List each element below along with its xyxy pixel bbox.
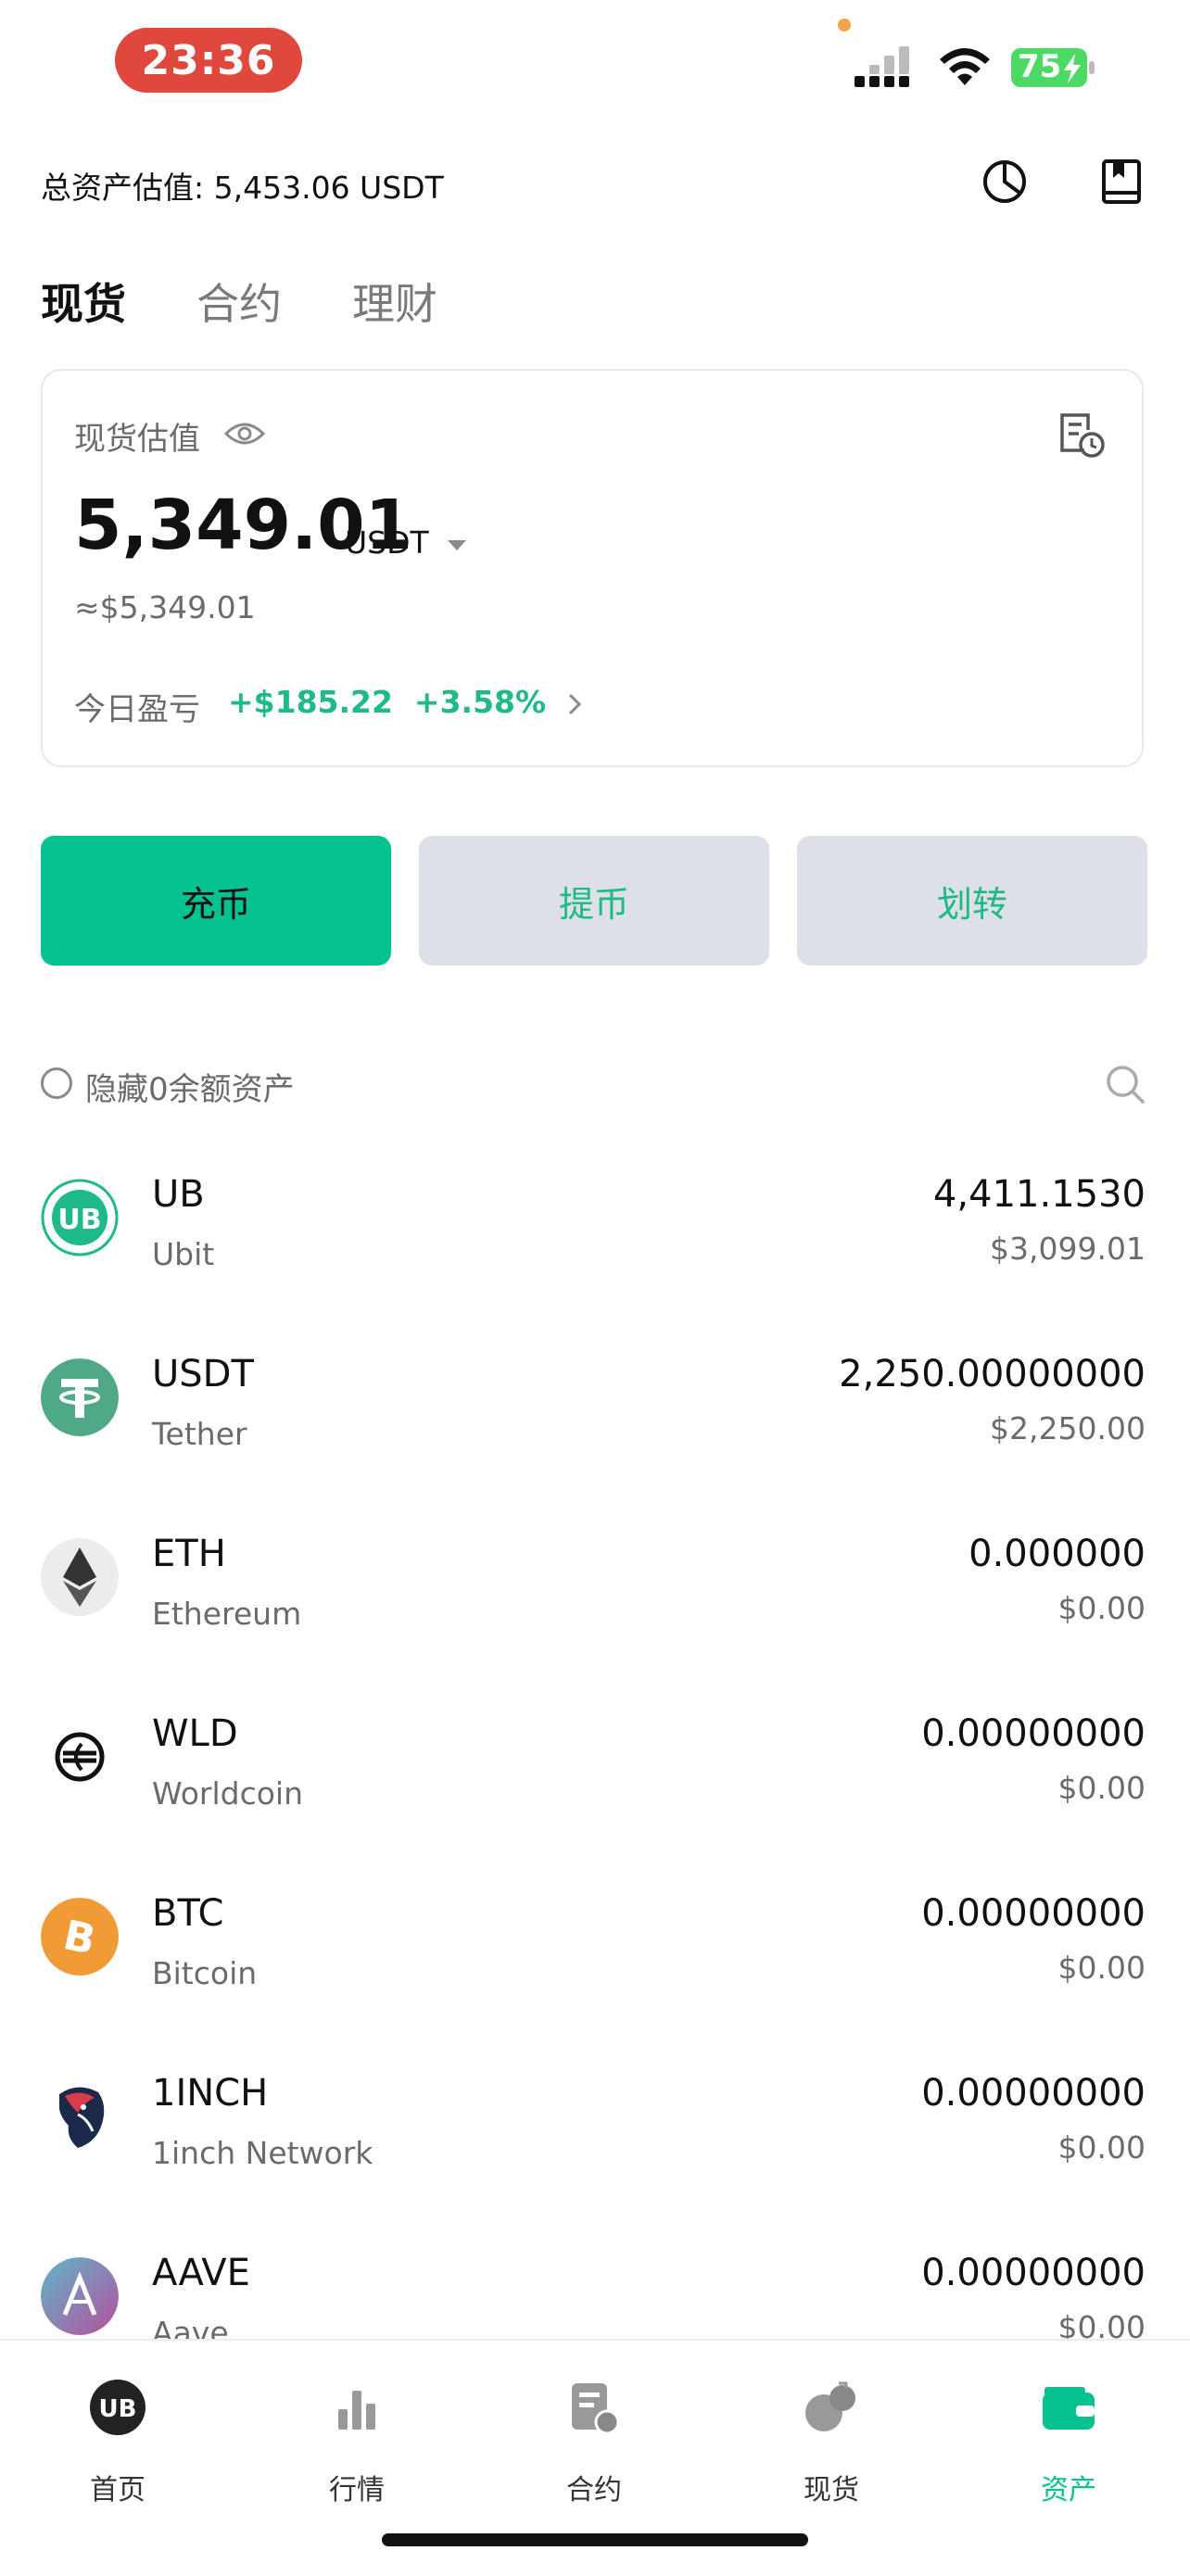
- exchange-coins-icon: [805, 2381, 855, 2431]
- nav-spot-label: 现货: [804, 2474, 859, 2507]
- asset-usd-value: $0.00: [1057, 1950, 1146, 1986]
- 1inch-unicorn-icon: [41, 2077, 119, 2155]
- asset-name: Bitcoin: [152, 1955, 258, 1991]
- wallet-icon: [1043, 2387, 1095, 2430]
- asset-row-1inch[interactable]: 1INCH 1inch Network 0.00000000 $0.00: [0, 2072, 1190, 2257]
- search-icon[interactable]: [1103, 1062, 1147, 1106]
- privacy-indicator: [838, 19, 851, 32]
- asset-name: Ethereum: [152, 1596, 302, 1632]
- asset-name: Worldcoin: [152, 1775, 303, 1812]
- contract-document-icon: [572, 2383, 620, 2435]
- withdraw-button[interactable]: 提币: [419, 836, 769, 966]
- asset-usd-value: $3,099.01: [990, 1231, 1146, 1267]
- asset-list: UB UB Ubit 4,411.1530 $3,099.01 USDT Tet…: [0, 1177, 1190, 2339]
- tab-futures[interactable]: 合约: [196, 271, 282, 332]
- asset-symbol: BTC: [152, 1892, 224, 1935]
- hide-zero-label[interactable]: 隐藏0余额资产: [85, 1064, 295, 1109]
- chevron-right-icon: [568, 693, 581, 714]
- deposit-button[interactable]: 充币: [41, 836, 391, 966]
- svg-text:UB: UB: [57, 1204, 101, 1236]
- asset-row-wld[interactable]: WLD Worldcoin 0.00000000 $0.00: [0, 1712, 1190, 1898]
- hide-zero-checkbox[interactable]: [41, 1067, 72, 1099]
- spot-unit: USDT: [345, 524, 429, 561]
- worldcoin-coin-icon: [41, 1718, 119, 1796]
- svg-text:UB: UB: [99, 2395, 137, 2423]
- asset-usd-value: $0.00: [1057, 1590, 1146, 1626]
- asset-row-aave[interactable]: AAVE Aave 0.00000000 $0.00: [0, 2252, 1190, 2339]
- aave-coin-icon: [41, 2257, 119, 2335]
- spot-valuation-card: [41, 369, 1144, 767]
- battery-level: 75: [1018, 48, 1062, 85]
- asset-row-ub[interactable]: UB UB Ubit 4,411.1530 $3,099.01: [0, 1177, 1190, 1358]
- bitcoin-coin-icon: B: [41, 1898, 119, 1976]
- asset-symbol: WLD: [152, 1712, 238, 1755]
- total-assets-label: 总资产估值: 5,453.06 USDT: [41, 170, 444, 206]
- asset-name: Ubit: [152, 1236, 215, 1272]
- asset-amount: 4,411.1530: [932, 1177, 1146, 1216]
- asset-row-usdt[interactable]: USDT Tether 2,250.00000000 $2,250.00: [0, 1353, 1190, 1538]
- asset-amount: 0.000000: [968, 1533, 1146, 1575]
- eye-icon[interactable]: [224, 415, 265, 452]
- transfer-button[interactable]: 划转: [797, 836, 1147, 966]
- spot-valuation-title: 现货估值: [74, 421, 200, 458]
- asset-name: Tether: [152, 1416, 247, 1452]
- asset-amount: 0.00000000: [921, 2252, 1146, 2294]
- asset-usd-value: $0.00: [1057, 2309, 1146, 2339]
- signal-icon: [855, 46, 909, 87]
- ethereum-coin-icon: [41, 1538, 119, 1616]
- wifi-icon: [940, 48, 990, 85]
- spot-unit-selector[interactable]: USDT: [345, 524, 468, 561]
- asset-usd-value: $0.00: [1057, 1770, 1146, 1806]
- asset-amount: 0.00000000: [921, 1712, 1146, 1755]
- asset-amount: 0.00000000: [921, 2072, 1146, 2115]
- nav-home-label: 首页: [90, 2474, 146, 2507]
- status-time: 23:36: [115, 28, 302, 93]
- tether-coin-icon: [41, 1358, 119, 1436]
- asset-row-eth[interactable]: ETH Ethereum 0.000000 $0.00: [0, 1533, 1190, 1718]
- bar-chart-icon: [338, 2391, 375, 2430]
- home-indicator: [382, 2533, 808, 2546]
- asset-symbol: USDT: [152, 1353, 254, 1395]
- asset-symbol: AAVE: [152, 2252, 250, 2294]
- battery-indicator: 75: [1010, 46, 1095, 89]
- ubit-coin-icon: UB: [41, 1179, 119, 1256]
- asset-row-btc[interactable]: B BTC Bitcoin 0.00000000 $0.00: [0, 1892, 1190, 2077]
- caret-down-icon: [448, 539, 467, 550]
- today-pnl-label: 今日盈亏: [74, 691, 200, 728]
- today-pnl-value[interactable]: +$185.22 +3.58%: [228, 684, 583, 720]
- history-report-icon[interactable]: [1057, 410, 1107, 460]
- tab-earn[interactable]: 理财: [352, 271, 437, 332]
- asset-usd-value: $2,250.00: [990, 1410, 1146, 1446]
- asset-usd-value: $0.00: [1057, 2129, 1146, 2166]
- nav-assets-label: 资产: [1041, 2474, 1096, 2507]
- spot-usd-approx: ≈$5,349.01: [74, 589, 256, 625]
- today-pnl-amount: +$185.22 +3.58%: [228, 684, 547, 720]
- asset-symbol: UB: [152, 1177, 205, 1216]
- home-logo-icon: UB: [90, 2380, 146, 2435]
- tab-spot[interactable]: 现货: [41, 271, 126, 332]
- nav-market-label: 行情: [329, 2474, 385, 2507]
- asset-symbol: 1INCH: [152, 2072, 269, 2115]
- asset-amount: 0.00000000: [921, 1892, 1146, 1935]
- asset-name: 1inch Network: [152, 2135, 373, 2171]
- asset-symbol: ETH: [152, 1533, 226, 1575]
- pie-chart-icon[interactable]: [979, 156, 1031, 208]
- nav-futures-label: 合约: [566, 2474, 622, 2507]
- ledger-book-icon[interactable]: [1095, 156, 1147, 208]
- asset-amount: 2,250.00000000: [839, 1353, 1146, 1395]
- asset-name: Aave: [152, 2315, 229, 2339]
